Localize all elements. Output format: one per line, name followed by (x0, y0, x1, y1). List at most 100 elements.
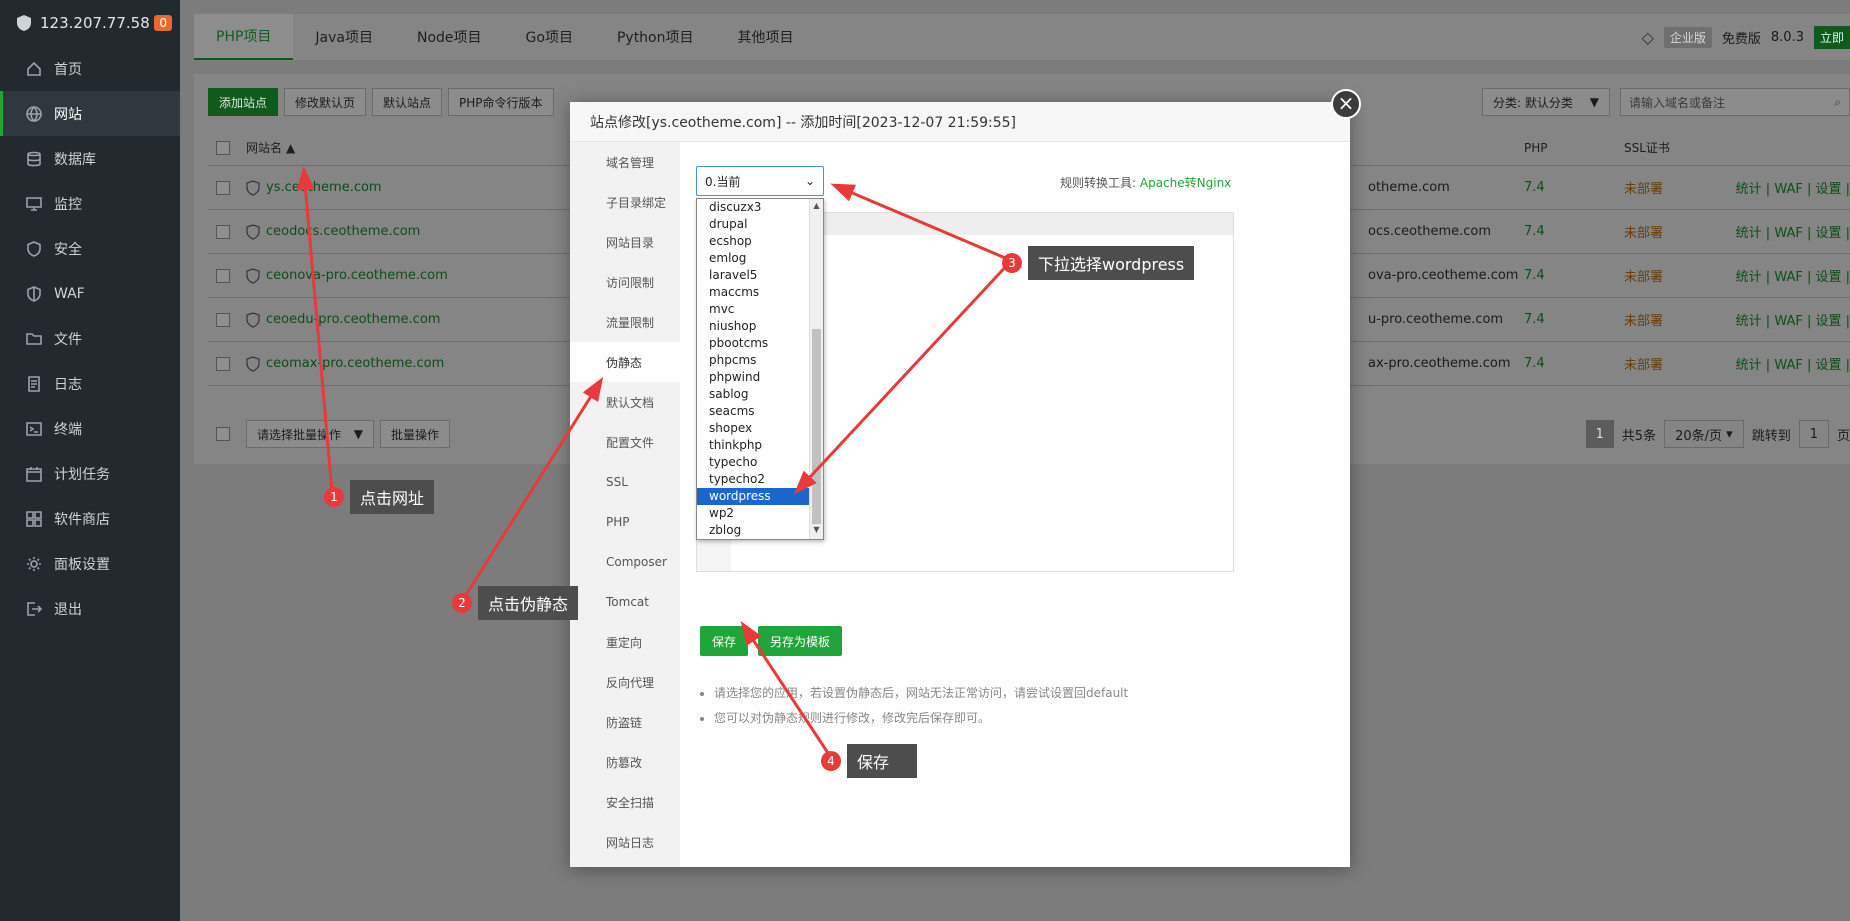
project-tab-2[interactable]: Node项目 (395, 14, 504, 60)
modal-menu-item-1[interactable]: 子目录绑定 (570, 182, 680, 222)
save-as-template-button[interactable]: 另存为模板 (758, 626, 843, 656)
scroll-down-icon[interactable]: ▼ (810, 525, 823, 537)
site-php-version[interactable]: 7.4 (1524, 180, 1545, 195)
site-ops-links[interactable]: 统计 | WAF | 设置 | (1736, 178, 1850, 197)
upgrade-button[interactable]: 立即 (1813, 25, 1850, 49)
rewrite-option-ecshop[interactable]: ecshop (697, 233, 823, 250)
row-checkbox[interactable] (216, 312, 230, 327)
site-ops-links[interactable]: 统计 | WAF | 设置 | (1736, 354, 1850, 373)
save-button[interactable]: 保存 (700, 626, 749, 656)
modal-menu-item-11[interactable]: Tomcat (570, 582, 680, 622)
batch-action-button[interactable]: 批量操作 (380, 420, 451, 448)
project-tab-3[interactable]: Go项目 (504, 14, 595, 60)
sidebar-item-10[interactable]: 软件商店 (0, 496, 180, 541)
modal-menu-item-3[interactable]: 访问限制 (570, 262, 680, 302)
header-site-name[interactable]: 网站名 (246, 139, 282, 156)
rewrite-option-phpcms[interactable]: phpcms (697, 352, 823, 369)
row-checkbox[interactable] (216, 224, 230, 239)
rewrite-option-emlog[interactable]: emlog (697, 250, 823, 267)
rewrite-option-typecho2[interactable]: typecho2 (697, 471, 823, 488)
modal-menu-item-0[interactable]: 域名管理 (570, 142, 680, 182)
batch-select[interactable]: 请选择批量操作 ▼ (246, 420, 374, 448)
select-all-checkbox[interactable] (216, 140, 230, 155)
project-tab-5[interactable]: 其他项目 (716, 14, 816, 60)
site-link[interactable]: ys.ceotheme.com (246, 179, 382, 196)
site-ssl-status[interactable]: 未部署 (1624, 266, 1663, 285)
rewrite-rule-dropdown[interactable]: discuzx3 drupal ecshop emlog laravel5 maccms m… (696, 198, 824, 540)
rewrite-option-maccms[interactable]: maccms (697, 284, 823, 301)
modal-menu-item-14[interactable]: 防盗链 (570, 702, 680, 742)
toolbar-button-1[interactable]: 修改默认页 (284, 88, 367, 116)
sidebar-item-12[interactable]: 退出 (0, 586, 180, 631)
project-tab-1[interactable]: Java项目 (293, 14, 395, 60)
modal-menu-item-2[interactable]: 网站目录 (570, 222, 680, 262)
rewrite-option-niushop[interactable]: niushop (697, 318, 823, 335)
rewrite-option-discuzx3[interactable]: discuzx3 (697, 199, 823, 216)
rewrite-option-shopex[interactable]: shopex (697, 420, 823, 437)
row-checkbox[interactable] (216, 268, 230, 283)
rewrite-option-pbootcms[interactable]: pbootcms (697, 335, 823, 352)
modal-menu-item-15[interactable]: 防篡改 (570, 742, 680, 782)
notification-badge[interactable]: 0 (154, 15, 172, 31)
site-link[interactable]: ceodocs.ceotheme.com (246, 223, 420, 240)
modal-menu-item-12[interactable]: 重定向 (570, 622, 680, 662)
rewrite-option-mvc[interactable]: mvc (697, 301, 823, 318)
site-ssl-status[interactable]: 未部署 (1624, 310, 1663, 329)
site-ssl-status[interactable]: 未部署 (1624, 354, 1663, 373)
site-php-version[interactable]: 7.4 (1524, 356, 1545, 371)
page-size-select[interactable]: 20条/页 ▾ (1664, 420, 1744, 448)
convert-link[interactable]: Apache转Nginx (1140, 176, 1231, 190)
page-current[interactable]: 1 (1585, 420, 1614, 448)
modal-menu-item-6[interactable]: 默认文档 (570, 382, 680, 422)
rewrite-option-typecho[interactable]: typecho (697, 454, 823, 471)
row-checkbox[interactable] (216, 180, 230, 195)
scroll-thumb[interactable] (812, 329, 821, 524)
site-php-version[interactable]: 7.4 (1524, 312, 1545, 327)
modal-menu-item-9[interactable]: PHP (570, 502, 680, 542)
site-ssl-status[interactable]: 未部署 (1624, 222, 1663, 241)
modal-menu-item-8[interactable]: SSL (570, 462, 680, 502)
rewrite-option-phpwind[interactable]: phpwind (697, 369, 823, 386)
toolbar-button-0[interactable]: 添加站点 (208, 88, 279, 116)
sidebar-item-5[interactable]: WAF (0, 271, 180, 316)
site-php-version[interactable]: 7.4 (1524, 268, 1545, 283)
sidebar-item-3[interactable]: 监控 (0, 181, 180, 226)
rewrite-option-sablog[interactable]: sablog (697, 386, 823, 403)
rewrite-option-drupal[interactable]: drupal (697, 216, 823, 233)
site-link[interactable]: ceoedu-pro.ceotheme.com (246, 311, 440, 328)
project-tab-0[interactable]: PHP项目 (194, 14, 294, 60)
modal-menu-item-4[interactable]: 流量限制 (570, 302, 680, 342)
sidebar-item-8[interactable]: 终端 (0, 406, 180, 451)
modal-menu-item-16[interactable]: 安全扫描 (570, 782, 680, 822)
sidebar-item-9[interactable]: 计划任务 (0, 451, 180, 496)
toolbar-button-3[interactable]: PHP命令行版本 (448, 88, 554, 116)
site-link[interactable]: ceomax-pro.ceotheme.com (246, 355, 444, 372)
rewrite-option-wordpress[interactable]: wordpress (697, 488, 823, 505)
rewrite-option-laravel5[interactable]: laravel5 (697, 267, 823, 284)
modal-menu-item-10[interactable]: Composer (570, 542, 680, 582)
rewrite-rule-select[interactable]: 0.当前 ⌄ (696, 166, 824, 196)
modal-close-button[interactable]: × (1331, 89, 1361, 119)
site-link[interactable]: ceonova-pro.ceotheme.com (246, 267, 448, 284)
category-select[interactable]: 分类: 默认分类 ▼ (1482, 88, 1610, 116)
sidebar-item-7[interactable]: 日志 (0, 361, 180, 406)
row-checkbox[interactable] (216, 356, 230, 371)
modal-menu-item-17[interactable]: 网站日志 (570, 822, 680, 862)
site-php-version[interactable]: 7.4 (1524, 224, 1545, 239)
sidebar-item-2[interactable]: 数据库 (0, 136, 180, 181)
sidebar-item-6[interactable]: 文件 (0, 316, 180, 361)
rewrite-option-seacms[interactable]: seacms (697, 403, 823, 420)
sidebar-item-4[interactable]: 安全 (0, 226, 180, 271)
rewrite-option-wp2[interactable]: wp2 (697, 505, 823, 522)
site-ops-links[interactable]: 统计 | WAF | 设置 | (1736, 222, 1850, 241)
rewrite-option-thinkphp[interactable]: thinkphp (697, 437, 823, 454)
site-search-input[interactable]: 请输入域名或备注 ⌕ (1620, 88, 1850, 116)
toolbar-button-2[interactable]: 默认站点 (372, 88, 443, 116)
site-ops-links[interactable]: 统计 | WAF | 设置 | (1736, 310, 1850, 329)
site-ops-links[interactable]: 统计 | WAF | 设置 | (1736, 266, 1850, 285)
modal-menu-item-13[interactable]: 反向代理 (570, 662, 680, 702)
sidebar-item-11[interactable]: 面板设置 (0, 541, 180, 586)
modal-menu-item-7[interactable]: 配置文件 (570, 422, 680, 462)
jump-input[interactable]: 1 (1798, 420, 1829, 448)
sidebar-item-0[interactable]: 首页 (0, 46, 180, 91)
